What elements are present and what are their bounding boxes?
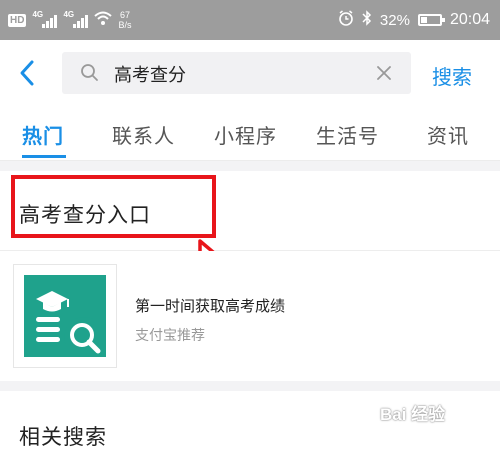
- watermark: Bai 经验: [380, 405, 446, 424]
- tab-life-accounts[interactable]: 生活号: [316, 120, 379, 149]
- tab-contacts[interactable]: 联系人: [112, 120, 175, 149]
- status-right: 32% 20:04: [338, 0, 490, 40]
- tab-hot[interactable]: 热门: [22, 120, 64, 149]
- clock: 20:04: [449, 11, 490, 28]
- bluetooth-icon: [362, 9, 372, 31]
- back-button[interactable]: [14, 56, 42, 90]
- net-speed: 67 B/s: [118, 10, 131, 30]
- tab-news[interactable]: 资讯: [427, 120, 469, 149]
- related-searches-title: 相关搜索: [19, 425, 107, 449]
- tab-mini-programs[interactable]: 小程序: [214, 120, 277, 149]
- tab-bar: 热门 联系人 小程序 生活号 资讯: [0, 106, 500, 161]
- hd-badge: HD: [8, 13, 27, 27]
- signal-icon: 4G: [32, 10, 58, 28]
- signal-icon-2: 4G: [63, 10, 89, 28]
- battery-fill: [420, 17, 427, 23]
- net-speed-value: 67: [119, 10, 130, 20]
- search-box[interactable]: [62, 52, 411, 96]
- graduation-cap-icon: [24, 275, 106, 357]
- active-tab-indicator: [22, 155, 66, 158]
- result-card[interactable]: 第一时间获取高考成绩 支付宝推荐: [0, 251, 500, 381]
- status-left: HD 4G 4G 67 B/s: [8, 0, 131, 40]
- search-button[interactable]: 搜索: [432, 61, 472, 90]
- section-divider: [0, 161, 500, 171]
- clear-icon[interactable]: [375, 64, 393, 86]
- card-title: 第一时间获取高考成绩: [135, 297, 286, 315]
- search-header: 搜索: [0, 40, 500, 106]
- wifi-icon: [94, 11, 113, 30]
- chevron-left-icon: [20, 60, 34, 86]
- battery-icon: [417, 14, 445, 26]
- search-input[interactable]: [112, 52, 366, 96]
- net-speed-unit: B/s: [118, 20, 132, 30]
- card-subtitle: 支付宝推荐: [135, 328, 205, 344]
- battery-percent: 32%: [379, 11, 410, 29]
- status-bar: HD 4G 4G 67 B/s 32% 20:04: [0, 0, 500, 40]
- network-type-label-2: 4G: [63, 10, 75, 19]
- search-icon: [80, 63, 100, 87]
- section-divider-2: [0, 381, 500, 391]
- highlight-box: [11, 175, 216, 238]
- network-type-label: 4G: [32, 10, 44, 19]
- app-thumbnail: [13, 264, 117, 368]
- alarm-icon: [338, 9, 354, 31]
